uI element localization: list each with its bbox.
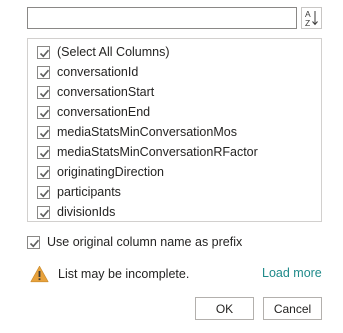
- checkbox-select-all[interactable]: [37, 45, 50, 59]
- list-item-label: mediaStatsMinConversationMos: [57, 125, 237, 139]
- list-item[interactable]: conversationEnd: [37, 103, 150, 121]
- list-item-label: conversationEnd: [57, 105, 151, 119]
- load-more-link[interactable]: Load more: [262, 266, 322, 280]
- list-item[interactable]: divisionIds: [37, 203, 115, 221]
- checkmark-icon: [29, 239, 40, 247]
- checkbox[interactable]: [37, 145, 50, 159]
- list-item-label: divisionIds: [57, 205, 116, 219]
- sort-z-glyph: Z: [305, 18, 310, 28]
- list-item[interactable]: conversationId: [37, 63, 138, 81]
- checkbox[interactable]: [37, 105, 50, 119]
- warning-icon: [30, 265, 49, 283]
- checkmark-icon: [39, 109, 50, 117]
- list-item-label: conversationId: [57, 65, 139, 79]
- list-item-label: mediaStatsMinConversationRFactor: [57, 145, 258, 159]
- checkmark-icon: [39, 69, 50, 77]
- search-input[interactable]: [27, 7, 297, 29]
- prefix-option[interactable]: Use original column name as prefix: [27, 233, 242, 251]
- checkbox[interactable]: [37, 65, 50, 79]
- column-list[interactable]: (Select All Columns) conversationId conv…: [27, 38, 322, 222]
- checkbox[interactable]: [37, 85, 50, 99]
- checkmark-icon: [39, 149, 50, 157]
- ok-button[interactable]: OK: [195, 297, 254, 320]
- list-item-select-all[interactable]: (Select All Columns): [37, 43, 170, 61]
- checkbox[interactable]: [37, 165, 50, 179]
- checkmark-icon: [39, 189, 50, 197]
- checkbox[interactable]: [37, 205, 50, 219]
- checkmark-icon: [39, 169, 50, 177]
- checkbox[interactable]: [37, 125, 50, 139]
- list-item-label: (Select All Columns): [57, 45, 170, 59]
- list-item[interactable]: originatingDirection: [37, 163, 164, 181]
- prefix-checkbox[interactable]: [27, 235, 40, 249]
- sort-az-icon: A Z: [305, 9, 318, 28]
- checkmark-icon: [39, 89, 50, 97]
- expand-columns-dialog: A Z (Select All Columns) conversationId …: [0, 0, 343, 333]
- list-item[interactable]: mediaStatsMinConversationRFactor: [37, 143, 258, 161]
- incomplete-list-warning: List may be incomplete.: [30, 263, 189, 285]
- list-item[interactable]: conversationStart: [37, 83, 154, 101]
- sort-az-button[interactable]: A Z: [301, 7, 322, 29]
- cancel-button[interactable]: Cancel: [263, 297, 322, 320]
- checkbox[interactable]: [37, 185, 50, 199]
- list-item[interactable]: mediaStatsMinConversationMos: [37, 123, 237, 141]
- checkmark-icon: [39, 49, 50, 57]
- checkmark-icon: [39, 209, 50, 217]
- list-item-label: conversationStart: [57, 85, 155, 99]
- prefix-option-label: Use original column name as prefix: [47, 235, 243, 249]
- checkmark-icon: [39, 129, 50, 137]
- list-item-label: participants: [57, 185, 121, 199]
- list-item-label: originatingDirection: [57, 165, 165, 179]
- warning-text: List may be incomplete.: [58, 267, 190, 281]
- list-item[interactable]: participants: [37, 183, 121, 201]
